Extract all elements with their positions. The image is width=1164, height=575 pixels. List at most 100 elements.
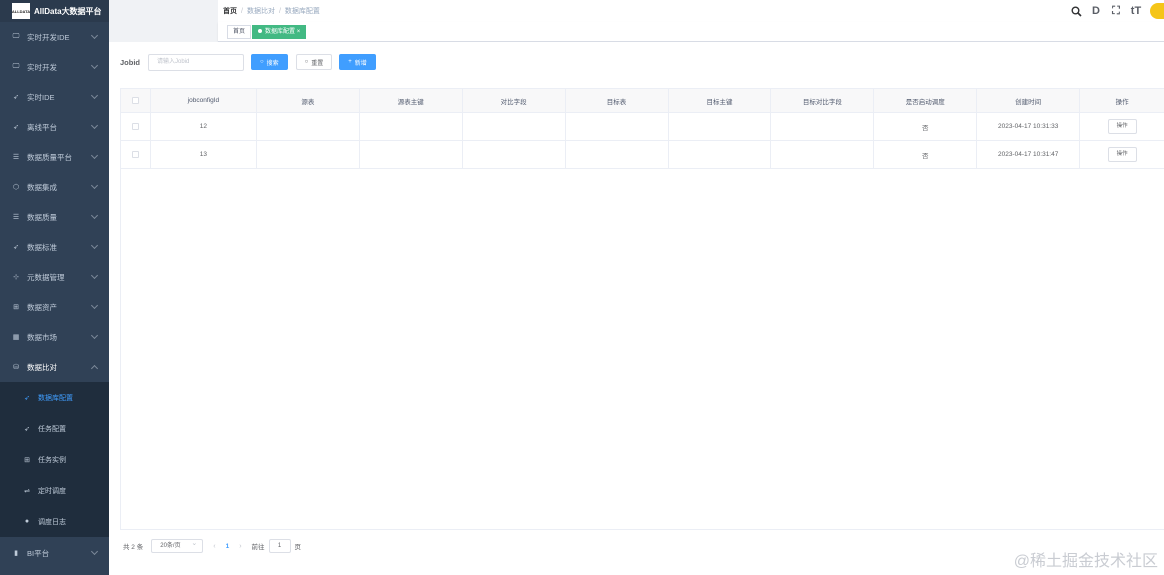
- chevron-down-icon: [90, 364, 99, 373]
- main-content: Jobid 请输入Jobid ○ 搜索 ○ 重置 + 新增 jobconfigId 源…: [109, 42, 1164, 575]
- bar-chart-icon: ▮: [14, 550, 18, 557]
- chevron-down-icon: [90, 151, 99, 160]
- data-table: jobconfigId 源表 源表主键 对比字段 目标表 目标主键 目标对比字段…: [120, 88, 1164, 530]
- table-cell: 否: [874, 141, 978, 168]
- chevron-down-icon: [90, 271, 99, 280]
- search-button[interactable]: ○ 搜索: [251, 54, 288, 70]
- sidebar-menu: 🖵 实时开发IDE 🖵 实时开发 ➶ 实时IDE ➶ 离线平台 ☰ 数据质量平台 ⬡ 数据集成 ☰ 数据质…: [0, 22, 109, 382]
- plus-icon: +: [348, 59, 352, 65]
- page-number-current[interactable]: 1: [226, 543, 230, 550]
- sidebar-item[interactable]: 🖵 实时开发IDE: [0, 22, 109, 52]
- sidebar-item[interactable]: ⊞ 数据资产: [0, 292, 109, 322]
- search-icon-svg: [1071, 6, 1082, 17]
- row-checkbox[interactable]: [131, 151, 139, 158]
- table-row[interactable]: 12 否 2023-04-17 10:31:33 操作: [121, 113, 1164, 141]
- sidebar-item-label: BI平台: [27, 548, 50, 558]
- header-cell: jobconfigId: [151, 89, 257, 112]
- jobid-input[interactable]: 请输入Jobid: [148, 53, 244, 71]
- grid-icon: ⊞: [24, 456, 30, 464]
- tags-view: 首页 数据库配置 ×: [218, 22, 1164, 42]
- monitor-icon: 🖵: [12, 63, 20, 70]
- cube-icon: ⬡: [12, 184, 20, 191]
- goto-page-input[interactable]: 1: [268, 539, 291, 553]
- sidebar-subitem[interactable]: ● 调度日志: [0, 506, 109, 537]
- breadcrumb-separator: /: [241, 8, 243, 15]
- search-button-label: 搜索: [266, 60, 279, 67]
- sidebar-item-label: 实时开发IDE: [27, 32, 70, 42]
- table-cell: [771, 113, 875, 140]
- table-cell: [669, 141, 772, 168]
- font-size-icon[interactable]: tT: [1126, 3, 1146, 19]
- tag-active[interactable]: 数据库配置 ×: [252, 25, 307, 39]
- chevron-down-icon: [90, 331, 99, 340]
- sidebar-item-label: 元数据管理: [27, 272, 65, 282]
- sidebar-item[interactable]: 🖵 实时开发: [0, 52, 109, 82]
- sidebar-item-label: 实时开发: [27, 62, 57, 72]
- table-icon: ▦: [12, 334, 20, 341]
- header-cell: 目标主键: [669, 89, 772, 112]
- header-gap: [109, 0, 218, 42]
- sidebar-subitem[interactable]: ⊞ 任务实例: [0, 444, 109, 475]
- table-cell: [771, 141, 875, 168]
- table-cell: [566, 141, 669, 168]
- pagination: 共 2 条 20条/页 ‹ 1 › 前往 1 页: [123, 538, 301, 553]
- sidebar-item[interactable]: ⊹ 元数据管理: [0, 262, 109, 292]
- operation-button[interactable]: 操作: [1107, 147, 1137, 162]
- operation-button[interactable]: 操作: [1107, 119, 1137, 134]
- sidebar-submenu: ➶ 数据库配置 ➶ 任务配置 ⊞ 任务实例 ⇌ 定时调度 ● 调度日志: [0, 382, 109, 537]
- table-cell: [257, 141, 360, 168]
- chevron-down-icon: [90, 121, 99, 130]
- table-row[interactable]: 13 否 2023-04-17 10:31:47 操作: [121, 141, 1164, 169]
- sidebar-item-label: 数据质量平台: [27, 152, 72, 162]
- document-icon[interactable]: D: [1086, 3, 1106, 19]
- header-cell: 创建时间: [977, 89, 1081, 112]
- reset-button[interactable]: ○ 重置: [295, 54, 333, 70]
- table-cell: [257, 113, 360, 140]
- breadcrumb-level2: 数据库配置: [284, 8, 320, 15]
- sidebar-subitem-label: 任务配置: [38, 425, 66, 433]
- pagination-total: 共 2 条: [123, 544, 144, 551]
- sidebar-subitem[interactable]: ⇌ 定时调度: [0, 475, 109, 506]
- sidebar-item[interactable]: ☰ 数据质量: [0, 202, 109, 232]
- sidebar: ALLDATA AllData大数据平台 🖵 实时开发IDE 🖵 实时开发 ➶ 实时IDE…: [0, 0, 109, 575]
- sidebar-item-label: 数据质量: [27, 212, 57, 222]
- sidebar-item-label: 数据资产: [27, 302, 57, 312]
- sidebar-subitem-label: 定时调度: [38, 487, 66, 495]
- sidebar-subitem[interactable]: ➶ 数据库配置: [0, 382, 109, 413]
- sidebar-item-label: 数据比对: [27, 362, 57, 372]
- monitor-icon: 🖵: [12, 33, 20, 40]
- select-all-checkbox[interactable]: [131, 97, 139, 104]
- sidebar-item-bi[interactable]: ▮ BI平台: [0, 538, 109, 568]
- fullscreen-icon[interactable]: ⛶: [1106, 3, 1126, 19]
- search-icon[interactable]: [1066, 3, 1086, 19]
- sidebar-subitem-label: 任务实例: [38, 456, 66, 464]
- table-cell: [360, 113, 463, 140]
- breadcrumb-home[interactable]: 首页: [223, 8, 237, 15]
- avatar[interactable]: [1150, 3, 1164, 19]
- chevron-down-icon: [90, 211, 99, 220]
- prev-page-button[interactable]: ‹: [213, 543, 215, 550]
- asset-icon: ⊞: [13, 304, 19, 311]
- schedule-icon: ⇌: [24, 487, 30, 495]
- next-page-button[interactable]: ›: [239, 543, 241, 550]
- table-cell: [463, 113, 566, 140]
- tag-home[interactable]: 首页: [227, 25, 252, 39]
- close-icon[interactable]: ×: [297, 29, 301, 35]
- sidebar-item[interactable]: ⬡ 数据集成: [0, 172, 109, 202]
- list-icon: ☰: [12, 154, 20, 161]
- logo[interactable]: ALLDATA AllData大数据平台: [0, 0, 109, 22]
- sidebar-item[interactable]: ➶ 数据标准: [0, 232, 109, 262]
- sidebar-item[interactable]: ➶ 实时IDE: [0, 82, 109, 112]
- sidebar-item[interactable]: ▦ 数据市场: [0, 322, 109, 352]
- page-size-select[interactable]: 20条/页: [151, 538, 204, 553]
- dot-icon: ●: [24, 518, 30, 525]
- sidebar-item[interactable]: ➶ 离线平台: [0, 112, 109, 142]
- sidebar-subitem[interactable]: ➶ 任务配置: [0, 413, 109, 444]
- sidebar-item[interactable]: ⛁ 数据比对: [0, 352, 109, 382]
- row-checkbox[interactable]: [131, 123, 139, 130]
- table-cell: [669, 113, 772, 140]
- sidebar-item-label: 实时IDE: [27, 92, 55, 102]
- sidebar-item[interactable]: ☰ 数据质量平台: [0, 142, 109, 172]
- add-button[interactable]: + 新增: [339, 54, 376, 70]
- sidebar-item-label: 数据市场: [27, 332, 57, 342]
